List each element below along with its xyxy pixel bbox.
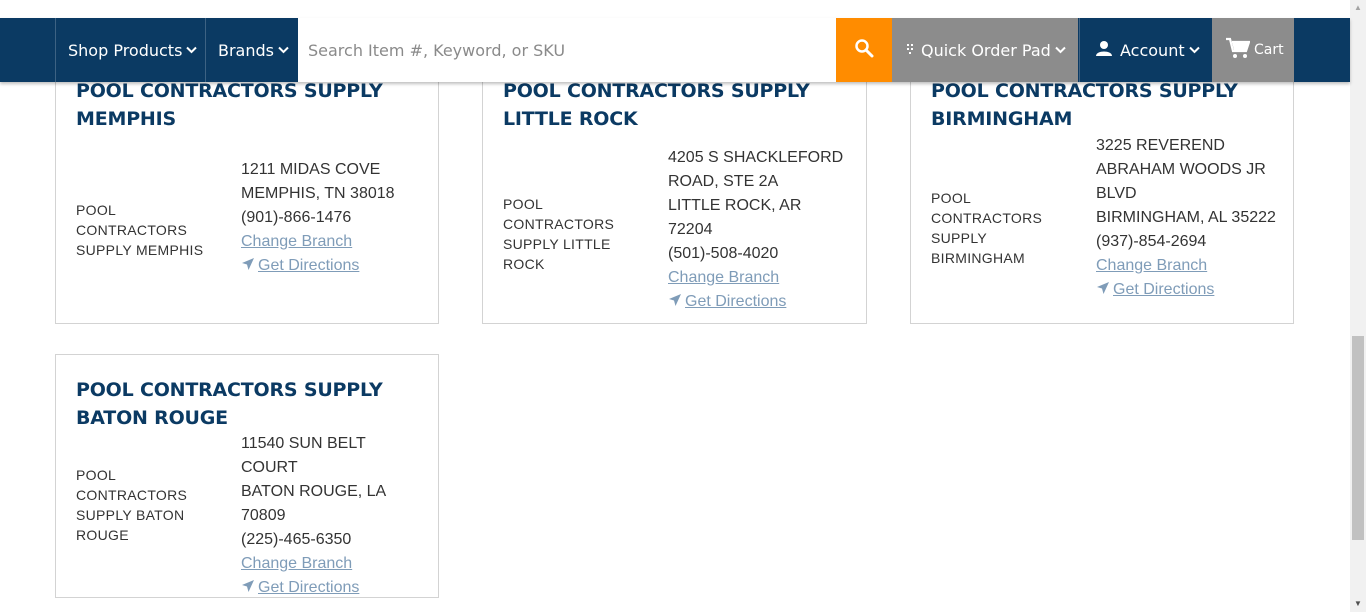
address-line: 70809	[241, 507, 286, 524]
branch-image: POOL CONTRACTORS SUPPLY BIRMINGHAM	[931, 188, 1081, 268]
scroll-up-arrow-icon[interactable]: ▲	[1350, 0, 1366, 16]
branch-title: POOL CONTRACTORS SUPPLY LITTLE ROCK	[503, 77, 843, 133]
branch-image: POOL CONTRACTORS SUPPLY BATON ROUGE	[76, 465, 196, 545]
get-directions-link[interactable]: Get Directions	[1113, 281, 1214, 298]
user-icon	[1096, 40, 1112, 60]
address-line: MEMPHIS, TN 38018	[241, 185, 395, 202]
shop-products-label: Shop Products	[68, 40, 183, 60]
location-arrow-icon	[668, 291, 682, 306]
phone-number: (937)-854-2694	[1096, 233, 1207, 250]
branch-card: POOL CONTRACTORS SUPPLY LITTLE ROCK POOL…	[482, 40, 867, 324]
branch-info: 3225 REVEREND ABRAHAM WOODS JR BLVD BIRM…	[1096, 134, 1276, 302]
branch-image: POOL CONTRACTORS SUPPLY LITTLE ROCK	[503, 194, 643, 274]
address-line: ABRAHAM WOODS JR	[1096, 161, 1266, 178]
chevron-down-icon	[1188, 43, 1200, 57]
search-input[interactable]	[298, 18, 836, 82]
phone-number: (225)-465-6350	[241, 531, 352, 548]
branch-image-alt: POOL CONTRACTORS SUPPLY BATON ROUGE	[76, 467, 188, 543]
branch-title-line: POOL CONTRACTORS SUPPLY	[76, 379, 383, 401]
address-line: 11540 SUN BELT COURT	[241, 435, 366, 476]
branch-card: POOL CONTRACTORS SUPPLY MEMPHIS POOL CON…	[55, 40, 439, 324]
branch-title: POOL CONTRACTORS SUPPLY BATON ROUGE	[76, 376, 416, 432]
search-button[interactable]	[836, 18, 892, 82]
address-line: BIRMINGHAM, AL 35222	[1096, 209, 1276, 226]
chevron-down-icon	[278, 43, 289, 57]
scrollbar-thumb[interactable]	[1352, 336, 1364, 540]
change-branch-link[interactable]: Change Branch	[241, 555, 352, 572]
branch-card: POOL CONTRACTORS SUPPLY BIRMINGHAM POOL …	[910, 40, 1294, 324]
branch-image-alt: POOL CONTRACTORS SUPPLY LITTLE ROCK	[503, 196, 615, 272]
search-icon	[854, 38, 874, 63]
address-line: 3225 REVEREND	[1096, 137, 1225, 154]
address-line: BLVD	[1096, 185, 1137, 202]
address-line: 1211 MIDAS COVE	[241, 161, 381, 178]
shop-products-menu[interactable]: Shop Products	[55, 18, 205, 82]
account-label: Account	[1120, 40, 1185, 60]
chevron-down-icon	[186, 43, 198, 57]
location-arrow-icon	[241, 255, 255, 270]
cart-label: Cart	[1254, 42, 1284, 58]
branch-title-line: LITTLE ROCK	[503, 108, 638, 130]
branch-info: 4205 S SHACKLEFORD ROAD, STE 2A LITTLE R…	[668, 146, 848, 314]
get-directions-link[interactable]: Get Directions	[258, 579, 359, 596]
top-strip	[0, 0, 1350, 18]
change-branch-link[interactable]: Change Branch	[668, 269, 779, 286]
address-line: LITTLE ROCK, AR 72204	[668, 197, 802, 238]
branch-title: POOL CONTRACTORS SUPPLY MEMPHIS	[76, 77, 416, 133]
change-branch-link[interactable]: Change Branch	[241, 233, 352, 250]
branch-image-alt: POOL CONTRACTORS SUPPLY BIRMINGHAM	[931, 190, 1043, 266]
branch-title-line: MEMPHIS	[76, 108, 176, 130]
branch-card: POOL CONTRACTORS SUPPLY BATON ROUGE POOL…	[55, 354, 439, 598]
location-arrow-icon	[241, 577, 255, 592]
branch-title-line: BATON ROUGE	[76, 407, 228, 429]
brands-label: Brands	[218, 40, 274, 60]
cart-icon	[1226, 37, 1251, 63]
get-directions-link[interactable]: Get Directions	[685, 293, 786, 310]
account-menu[interactable]: Account	[1079, 18, 1212, 82]
main-nav: Shop Products Brands Quick Order Pad Acc…	[0, 18, 1350, 82]
branch-title-line: BIRMINGHAM	[931, 108, 1073, 130]
chevron-down-icon	[1055, 43, 1066, 57]
address-line: 4205 S SHACKLEFORD	[668, 149, 844, 166]
branch-info: 1211 MIDAS COVE MEMPHIS, TN 38018 (901)-…	[241, 158, 426, 278]
phone-number: (901)-866-1476	[241, 209, 352, 226]
brands-menu[interactable]: Brands	[205, 18, 298, 82]
scroll-down-arrow-icon[interactable]: ▼	[1350, 596, 1366, 612]
quick-order-icon	[906, 43, 915, 58]
branch-image: POOL CONTRACTORS SUPPLY MEMPHIS	[76, 200, 206, 260]
quick-order-pad-menu[interactable]: Quick Order Pad	[892, 18, 1078, 82]
location-arrow-icon	[1096, 279, 1110, 294]
branch-title: POOL CONTRACTORS SUPPLY BIRMINGHAM	[931, 77, 1271, 133]
branch-image-alt: POOL CONTRACTORS SUPPLY MEMPHIS	[76, 202, 204, 258]
change-branch-link[interactable]: Change Branch	[1096, 257, 1207, 274]
branch-info: 11540 SUN BELT COURT BATON ROUGE, LA 708…	[241, 432, 426, 600]
get-directions-link[interactable]: Get Directions	[258, 257, 359, 274]
address-line: BATON ROUGE, LA	[241, 483, 387, 500]
quick-order-pad-label: Quick Order Pad	[921, 40, 1051, 60]
cart-button[interactable]: Cart	[1212, 18, 1294, 82]
phone-number: (501)-508-4020	[668, 245, 779, 262]
address-line: ROAD, STE 2A	[668, 173, 779, 190]
